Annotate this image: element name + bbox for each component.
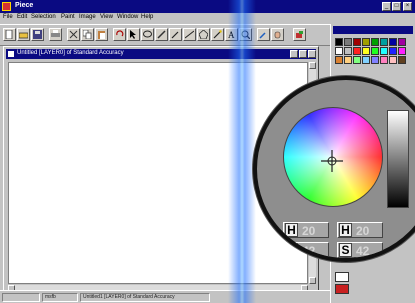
color-swatch[interactable] (398, 56, 406, 64)
color-swatch[interactable] (344, 56, 352, 64)
cut-icon[interactable] (67, 28, 80, 41)
doc-maximize-button[interactable] (299, 50, 307, 58)
h-value-2: 20 (356, 224, 370, 238)
menu-image[interactable]: Image (79, 14, 96, 20)
color-swatch[interactable] (353, 56, 361, 64)
h-value-1: 20 (302, 224, 316, 238)
app-logo-icon (2, 2, 11, 11)
svg-text:A: A (228, 30, 235, 39)
color-swatch[interactable] (380, 56, 388, 64)
h-label-2: H (339, 223, 352, 237)
h-label-1: H (285, 223, 298, 237)
pencil-icon[interactable] (155, 28, 168, 41)
color-swatch[interactable] (353, 47, 361, 55)
eyedropper-icon[interactable] (257, 28, 270, 41)
text-icon[interactable]: A (225, 28, 238, 41)
foreground-color-swatch[interactable] (335, 272, 349, 282)
minimize-button[interactable]: _ (382, 2, 391, 11)
color-swatch[interactable] (362, 38, 370, 46)
color-swatch[interactable] (389, 47, 397, 55)
doc-minimize-button[interactable] (290, 50, 298, 58)
maximize-button[interactable]: □ (392, 2, 401, 11)
s-value-1: 42 (302, 244, 316, 258)
s-value-box-2[interactable]: S 42 (337, 242, 383, 258)
color-swatch[interactable] (371, 47, 379, 55)
color-swatch[interactable] (371, 56, 379, 64)
color-swatch[interactable] (335, 38, 343, 46)
polygon-icon[interactable] (197, 28, 210, 41)
zoom-icon[interactable] (239, 28, 252, 41)
menu-help[interactable]: Help (141, 14, 153, 20)
color-swatch[interactable] (344, 38, 352, 46)
color-swatch[interactable] (398, 47, 406, 55)
hand-icon[interactable] (271, 28, 284, 41)
line-icon[interactable] (183, 28, 196, 41)
document-icon (8, 51, 14, 57)
palette-title-bar[interactable] (333, 26, 413, 34)
background-color-swatch[interactable] (335, 284, 349, 294)
color-swatch[interactable] (344, 47, 352, 55)
copy-icon[interactable] (81, 28, 94, 41)
status-bar: msfb Untitled1 [LAYER0] of Standard Accu… (0, 290, 330, 303)
app-window: Piece _ □ × File Edit Selection Paint Im… (0, 0, 415, 303)
menu-view[interactable]: View (100, 14, 113, 20)
status-panel-2: msfb (42, 293, 78, 302)
print-icon[interactable] (49, 28, 62, 41)
color-swatch[interactable] (389, 38, 397, 46)
menu-selection[interactable]: Selection (31, 14, 56, 20)
color-swatch[interactable] (362, 47, 370, 55)
select-arrow-icon[interactable] (127, 28, 140, 41)
new-icon[interactable] (3, 28, 16, 41)
lasso-icon[interactable] (141, 28, 154, 41)
paste-icon[interactable] (95, 28, 108, 41)
fill-icon[interactable] (293, 28, 306, 41)
menu-edit[interactable]: Edit (17, 14, 27, 20)
title-bar[interactable]: Piece _ □ × (0, 0, 415, 13)
app-title: Piece (15, 2, 34, 9)
s-label-1: S (285, 243, 298, 257)
color-swatch[interactable] (389, 56, 397, 64)
color-swatch[interactable] (335, 47, 343, 55)
menu-bar: File Edit Selection Paint Image View Win… (0, 13, 415, 24)
toolbar: A (0, 24, 330, 46)
scroll-down-icon[interactable] (309, 277, 316, 284)
color-swatch[interactable] (371, 38, 379, 46)
save-icon[interactable] (31, 28, 44, 41)
color-swatch[interactable] (362, 56, 370, 64)
crosshair-icon (321, 150, 343, 172)
status-panel-3: Untitled1 [LAYER0] of Standard Accuracy (80, 293, 210, 302)
undo-icon[interactable] (113, 28, 126, 41)
doc-close-button[interactable] (308, 50, 316, 58)
brush-icon[interactable] (169, 28, 182, 41)
color-swatch[interactable] (380, 47, 388, 55)
menu-paint[interactable]: Paint (61, 14, 75, 20)
menu-window[interactable]: Window (117, 14, 138, 20)
brightness-slider[interactable] (387, 110, 409, 208)
color-swatch[interactable] (380, 38, 388, 46)
magic-wand-icon[interactable] (211, 28, 224, 41)
status-panel-1 (2, 293, 40, 302)
s-label-2: S (339, 243, 352, 257)
open-icon[interactable] (17, 28, 30, 41)
color-swatch[interactable] (353, 38, 361, 46)
s-value-2: 42 (356, 244, 370, 258)
h-value-box-1[interactable]: H 20 (283, 222, 329, 238)
menu-file[interactable]: File (3, 14, 13, 20)
scroll-up-icon[interactable] (309, 62, 316, 69)
s-value-box-1[interactable]: S 42 (283, 242, 329, 258)
document-title-bar[interactable]: Untitled [LAYER0] of Standard Accuracy (6, 49, 316, 59)
document-title: Untitled [LAYER0] of Standard Accuracy (17, 50, 124, 56)
h-value-box-2[interactable]: H 20 (337, 222, 383, 238)
color-swatch[interactable] (335, 56, 343, 64)
color-swatch[interactable] (398, 38, 406, 46)
close-button[interactable]: × (403, 2, 412, 11)
